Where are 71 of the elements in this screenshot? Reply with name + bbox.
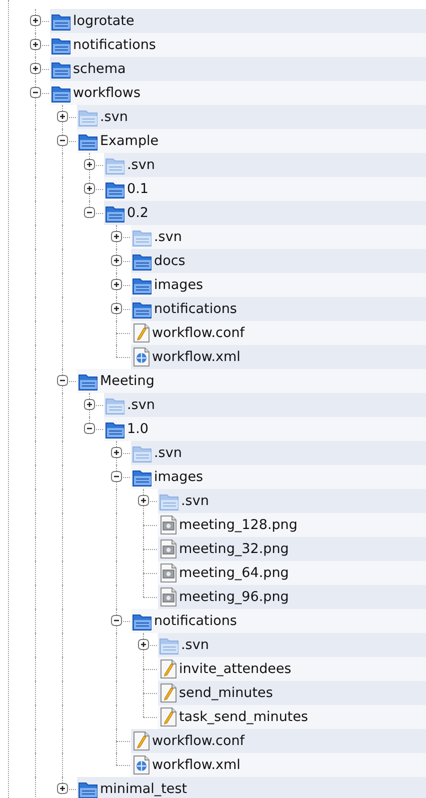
folder-icon: [105, 156, 126, 174]
tree-item-label[interactable]: 1.0: [127, 421, 148, 437]
folder-icon: [132, 300, 153, 318]
folder-icon: [159, 492, 180, 510]
tree-item-label[interactable]: schema: [73, 61, 126, 77]
expand-toggle[interactable]: [57, 135, 68, 146]
folder-icon: [78, 108, 99, 126]
tree-item-label[interactable]: workflow.xml: [152, 757, 240, 773]
tree-item-label[interactable]: .svn: [154, 229, 182, 245]
folder-icon: [132, 228, 153, 246]
folder-icon: [132, 252, 153, 270]
expand-toggle[interactable]: [57, 783, 68, 794]
tree-item-label[interactable]: .svn: [100, 109, 128, 125]
tree-item-label[interactable]: docs: [154, 253, 186, 269]
expand-toggle[interactable]: [57, 375, 68, 386]
expand-toggle[interactable]: [111, 471, 122, 482]
expand-toggle[interactable]: [84, 423, 95, 434]
tree-item-label[interactable]: .svn: [181, 493, 209, 509]
expand-toggle[interactable]: [111, 303, 122, 314]
tree-item-label[interactable]: .svn: [127, 157, 155, 173]
tree-item-label[interactable]: 0.1: [127, 181, 148, 197]
expand-toggle[interactable]: [30, 15, 41, 26]
folder-icon: [132, 612, 153, 630]
expand-toggle[interactable]: [30, 87, 41, 98]
expand-toggle[interactable]: [30, 63, 41, 74]
folder-icon: [51, 36, 72, 54]
expand-toggle[interactable]: [111, 615, 122, 626]
expand-toggle[interactable]: [138, 639, 149, 650]
tree-item-label[interactable]: logrotate: [73, 13, 134, 29]
expand-toggle[interactable]: [57, 111, 68, 122]
tree-item-label[interactable]: .svn: [181, 637, 209, 653]
folder-icon: [132, 468, 153, 486]
expand-toggle[interactable]: [111, 255, 122, 266]
folder-icon: [51, 12, 72, 30]
folder-icon: [105, 420, 126, 438]
folder-icon: [132, 444, 153, 462]
tree-item-label[interactable]: workflows: [73, 85, 141, 101]
tree-item-label[interactable]: Example: [100, 133, 159, 149]
expand-toggle[interactable]: [84, 399, 95, 410]
pencil-document-icon: [132, 731, 151, 751]
tree-item-label[interactable]: notifications: [154, 301, 237, 317]
tree-item-label[interactable]: notifications: [73, 37, 156, 53]
expand-toggle[interactable]: [138, 495, 149, 506]
tree-item-label[interactable]: 0.2: [127, 205, 148, 221]
folder-icon: [78, 780, 99, 798]
tree-item-label[interactable]: .svn: [154, 445, 182, 461]
folder-icon: [132, 276, 153, 294]
tree-item-label[interactable]: .svn: [127, 397, 155, 413]
folder-icon: [105, 204, 126, 222]
expand-toggle[interactable]: [111, 231, 122, 242]
expand-toggle[interactable]: [30, 39, 41, 50]
folder-icon: [51, 60, 72, 78]
folder-icon: [159, 636, 180, 654]
folder-icon: [105, 396, 126, 414]
expand-toggle[interactable]: [84, 183, 95, 194]
tree-item-label[interactable]: workflow.xml: [152, 349, 240, 365]
folder-icon: [105, 180, 126, 198]
tree-item-label[interactable]: minimal_test: [100, 781, 188, 797]
tree-item-label[interactable]: notifications: [154, 613, 237, 629]
expand-toggle[interactable]: [111, 447, 122, 458]
tree-item-label[interactable]: Meeting: [100, 373, 154, 389]
tree-item-label[interactable]: images: [154, 277, 204, 293]
expand-toggle[interactable]: [84, 159, 95, 170]
folder-icon: [78, 132, 99, 150]
folder-icon: [78, 372, 99, 390]
pencil-document-icon: [159, 683, 178, 703]
expand-toggle[interactable]: [84, 207, 95, 218]
globe-document-icon: [132, 347, 151, 367]
expand-toggle[interactable]: [111, 279, 122, 290]
tree-item-label[interactable]: images: [154, 469, 204, 485]
folder-icon: [51, 84, 72, 102]
